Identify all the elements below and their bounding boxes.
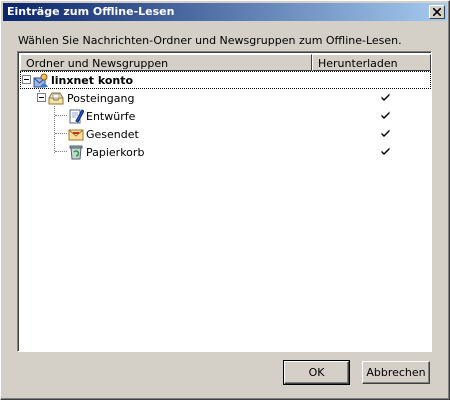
account-icon	[33, 73, 48, 88]
collapse-toggle[interactable]	[37, 93, 46, 102]
download-checkbox-checked-icon[interactable]	[380, 110, 391, 121]
trash-icon	[69, 145, 83, 160]
title-bar[interactable]: Einträge zum Offline-Lesen	[3, 3, 447, 21]
dialog-window: Einträge zum Offline-Lesen Wählen Sie Na…	[0, 0, 450, 400]
ok-button[interactable]: OK	[283, 360, 350, 385]
tree-row-inbox[interactable]: Posteingang	[20, 89, 431, 107]
tree-row-sent[interactable]: Gesendet	[20, 125, 431, 143]
download-checkbox-checked-icon[interactable]	[380, 128, 391, 139]
close-button[interactable]	[429, 5, 445, 19]
tree-row-trash[interactable]: Papierkorb	[20, 143, 431, 161]
tree-label: Posteingang	[67, 92, 135, 105]
tree-label: Papierkorb	[86, 146, 145, 159]
list-header: Ordner und Newsgruppen Herunterladen	[20, 54, 431, 71]
column-header-download[interactable]: Herunterladen	[312, 54, 431, 71]
instruction-text: Wählen Sie Nachrichten-Ordner und Newsgr…	[18, 34, 402, 47]
inbox-icon	[48, 92, 64, 105]
drafts-icon	[69, 109, 84, 124]
download-checkbox-checked-icon[interactable]	[380, 146, 391, 157]
collapse-toggle[interactable]	[22, 75, 31, 84]
tree-label: Entwürfe	[86, 110, 136, 123]
sent-icon	[68, 129, 84, 141]
window-title: Einträge zum Offline-Lesen	[7, 5, 175, 18]
folder-list[interactable]: Ordner und Newsgruppen Herunterladen lin…	[17, 51, 432, 352]
column-header-folders[interactable]: Ordner und Newsgruppen	[20, 54, 312, 71]
tree-label: Gesendet	[86, 128, 139, 141]
tree-row-drafts[interactable]: Entwürfe	[20, 107, 431, 125]
download-checkbox-checked-icon[interactable]	[380, 92, 391, 103]
close-icon	[433, 8, 441, 16]
tree-row-account[interactable]: linxnet konto	[20, 71, 431, 89]
cancel-button[interactable]: Abbrechen	[362, 361, 430, 384]
tree-label: linxnet konto	[51, 74, 134, 87]
